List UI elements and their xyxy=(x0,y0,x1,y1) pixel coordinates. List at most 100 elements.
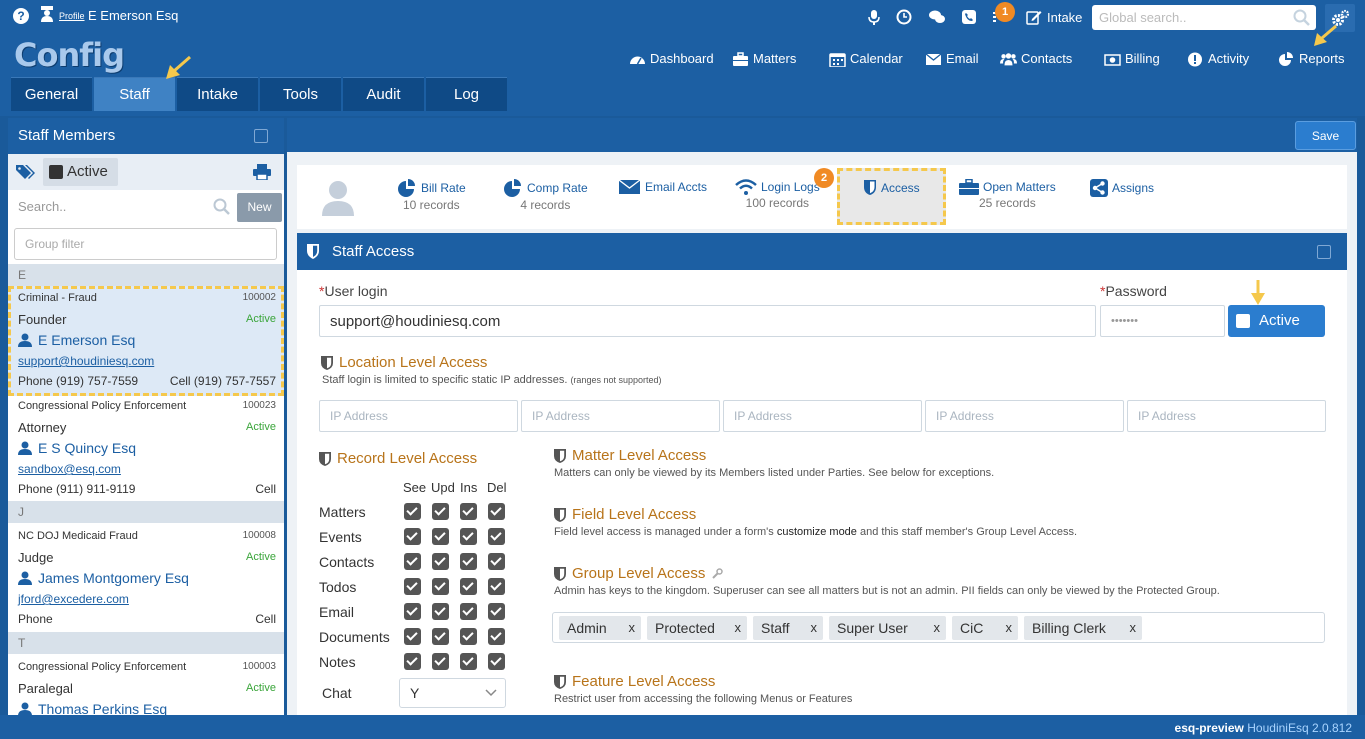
wrench-icon[interactable] xyxy=(711,567,724,581)
staff-search-input[interactable]: Search.. xyxy=(18,199,66,214)
tab-staff[interactable]: Staff xyxy=(94,77,175,111)
access-checkbox-notes-upd[interactable] xyxy=(432,653,449,670)
edit-icon[interactable] xyxy=(1026,9,1042,25)
access-checkbox-matters-del[interactable] xyxy=(488,503,505,520)
access-checkbox-contacts-ins[interactable] xyxy=(460,553,477,570)
access-checkbox-todos-see[interactable] xyxy=(404,578,421,595)
staff-name[interactable]: James Montgomery Esq xyxy=(18,570,276,586)
nav-activity[interactable]: Activity xyxy=(1187,50,1249,68)
access-checkbox-notes-ins[interactable] xyxy=(460,653,477,670)
global-search-input[interactable] xyxy=(1092,5,1316,30)
microphone-icon[interactable] xyxy=(866,9,882,25)
ip-address-input-3[interactable] xyxy=(723,400,922,432)
search-icon[interactable] xyxy=(213,198,231,216)
access-checkbox-matters-ins[interactable] xyxy=(460,503,477,520)
access-checkbox-contacts-see[interactable] xyxy=(404,553,421,570)
access-checkbox-email-upd[interactable] xyxy=(432,603,449,620)
access-checkbox-documents-del[interactable] xyxy=(488,628,505,645)
ip-address-input-4[interactable] xyxy=(925,400,1124,432)
intake-link[interactable]: Intake xyxy=(1047,10,1082,25)
access-checkbox-events-upd[interactable] xyxy=(432,528,449,545)
staff-email[interactable]: support@houdiniesq.com xyxy=(18,354,276,368)
nav-billing[interactable]: Billing xyxy=(1104,50,1160,68)
remove-chip-icon[interactable]: x xyxy=(934,616,941,640)
active-filter-toggle[interactable]: Active xyxy=(43,158,118,186)
access-checkbox-documents-upd[interactable] xyxy=(432,628,449,645)
subtab-login-logs[interactable]: Login Logs 100 records xyxy=(735,179,820,210)
ip-address-input-5[interactable] xyxy=(1127,400,1326,432)
access-checkbox-events-ins[interactable] xyxy=(460,528,477,545)
password-input[interactable] xyxy=(1100,305,1225,337)
active-toggle-button[interactable]: Active xyxy=(1228,305,1325,337)
new-staff-button[interactable]: New xyxy=(237,193,282,222)
access-checkbox-todos-del[interactable] xyxy=(488,578,505,595)
chat-select[interactable]: Y xyxy=(399,678,506,708)
access-checkbox-events-see[interactable] xyxy=(404,528,421,545)
printer-icon[interactable] xyxy=(253,164,271,180)
nav-email[interactable]: Email xyxy=(925,50,979,68)
tab-audit[interactable]: Audit xyxy=(343,77,424,111)
annotation-arrow-active-icon xyxy=(1251,280,1265,305)
tab-tools[interactable]: Tools xyxy=(260,77,341,111)
nav-calendar[interactable]: Calendar xyxy=(829,50,903,68)
user-login-input[interactable] xyxy=(319,305,1096,337)
tab-log[interactable]: Log xyxy=(426,77,507,111)
phone-icon[interactable] xyxy=(961,9,977,25)
notification-badge[interactable]: 1 xyxy=(995,2,1015,22)
nav-matters[interactable]: Matters xyxy=(732,50,796,68)
access-checkbox-email-ins[interactable] xyxy=(460,603,477,620)
remove-chip-icon[interactable]: x xyxy=(1006,616,1013,640)
access-checkbox-matters-upd[interactable] xyxy=(432,503,449,520)
remove-chip-icon[interactable]: x xyxy=(1130,616,1137,640)
staff-card[interactable]: NC DOJ Medicaid Fraud 100008 Judge Active … xyxy=(8,524,284,634)
profile-link[interactable]: Profile xyxy=(59,11,85,21)
chat-icon[interactable] xyxy=(928,9,946,25)
search-icon[interactable] xyxy=(1293,9,1310,26)
staff-name[interactable]: E Emerson Esq xyxy=(18,332,276,348)
subtab-comp-rate[interactable]: Comp Rate 4 records xyxy=(503,179,588,212)
staff-name[interactable]: E S Quincy Esq xyxy=(18,440,276,456)
access-checkbox-notes-see[interactable] xyxy=(404,653,421,670)
help-icon[interactable]: ? xyxy=(13,8,29,24)
nav-reports[interactable]: Reports xyxy=(1278,50,1345,68)
staff-email[interactable]: jford@excedere.com xyxy=(18,592,276,606)
ip-address-input-1[interactable] xyxy=(319,400,518,432)
access-checkbox-matters-see[interactable] xyxy=(404,503,421,520)
access-checkbox-todos-upd[interactable] xyxy=(432,578,449,595)
group-filter-input[interactable] xyxy=(14,228,277,260)
staff-card[interactable]: Criminal - Fraud 100002 Founder Active E E… xyxy=(8,286,284,396)
staff-card[interactable]: Congressional Policy Enforcement 100003 P… xyxy=(8,655,284,715)
remove-chip-icon[interactable]: x xyxy=(735,616,742,640)
access-checkbox-notes-del[interactable] xyxy=(488,653,505,670)
nav-dashboard[interactable]: Dashboard xyxy=(629,50,714,68)
save-button[interactable]: Save xyxy=(1295,121,1356,150)
subtab-email-accts[interactable]: Email Accts xyxy=(619,179,707,195)
subtab-access[interactable]: Access xyxy=(863,179,920,196)
access-checkbox-contacts-del[interactable] xyxy=(488,553,505,570)
ip-address-input-2[interactable] xyxy=(521,400,720,432)
access-checkbox-todos-ins[interactable] xyxy=(460,578,477,595)
subtab-assigns[interactable]: Assigns xyxy=(1090,179,1154,197)
customize-mode-link[interactable]: customize mode xyxy=(777,526,857,538)
clock-icon[interactable] xyxy=(896,9,912,25)
staff-name[interactable]: Thomas Perkins Esq xyxy=(18,701,276,715)
staff-email[interactable]: sandbox@esq.com xyxy=(18,462,276,476)
tags-icon[interactable] xyxy=(16,164,36,180)
collapse-icon[interactable] xyxy=(254,129,268,143)
access-checkbox-contacts-upd[interactable] xyxy=(432,553,449,570)
nav-contacts[interactable]: Contacts xyxy=(1000,50,1072,68)
access-checkbox-documents-ins[interactable] xyxy=(460,628,477,645)
subtab-bill-rate[interactable]: Bill Rate 10 records xyxy=(397,179,466,212)
subtab-open-matters[interactable]: Open Matters 25 records xyxy=(959,179,1056,210)
tab-intake[interactable]: Intake xyxy=(177,77,258,111)
remove-chip-icon[interactable]: x xyxy=(629,616,636,640)
access-checkbox-email-see[interactable] xyxy=(404,603,421,620)
access-checkbox-events-del[interactable] xyxy=(488,528,505,545)
access-checkbox-email-del[interactable] xyxy=(488,603,505,620)
collapse-icon[interactable] xyxy=(1317,245,1331,259)
remove-chip-icon[interactable]: x xyxy=(811,616,818,640)
group-tags-input[interactable]: Admin x Protected x Staff x Super User x CiC… xyxy=(552,612,1325,643)
tab-general[interactable]: General xyxy=(11,77,92,111)
access-checkbox-documents-see[interactable] xyxy=(404,628,421,645)
staff-card[interactable]: Congressional Policy Enforcement 100023 A… xyxy=(8,394,284,504)
